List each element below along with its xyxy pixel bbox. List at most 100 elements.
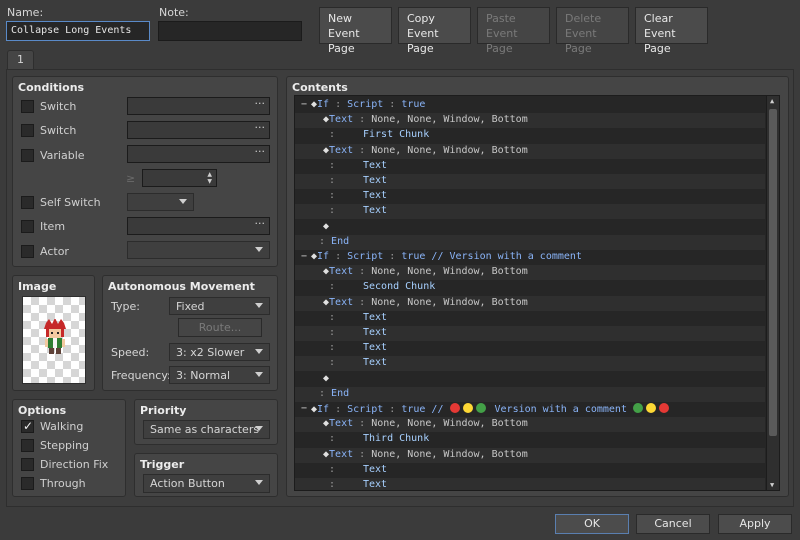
red-circle-icon xyxy=(449,403,460,413)
image-title: Image xyxy=(18,280,57,293)
switch2-field[interactable]: ··· xyxy=(127,121,270,139)
priority-select[interactable]: Same as characters xyxy=(143,420,270,439)
clear-event-page-button[interactable]: Clear Event Page xyxy=(635,7,708,55)
scroll-up-icon[interactable]: ▲ xyxy=(770,97,774,105)
command-row[interactable]: : Text xyxy=(295,326,765,341)
command-row[interactable]: : Text xyxy=(295,189,765,204)
continuation-marker: : xyxy=(329,311,336,323)
command-token: Script xyxy=(347,251,384,262)
command-token: : xyxy=(353,418,372,430)
scroll-down-icon[interactable]: ▼ xyxy=(770,481,774,489)
green-circle-icon xyxy=(633,403,643,413)
route-button[interactable]: Route... xyxy=(178,318,262,337)
switch2-browse-icon[interactable]: ··· xyxy=(255,121,266,134)
name-input[interactable]: Collapse Long Events xyxy=(6,21,150,41)
note-input[interactable] xyxy=(158,21,302,41)
command-token: : xyxy=(353,144,372,156)
through-checkbox[interactable] xyxy=(21,477,34,490)
command-row[interactable]: ◆Text : None, None, Window, Bottom xyxy=(295,295,765,311)
copy-event-page-button[interactable]: Copy Event Page xyxy=(398,7,471,55)
command-token: Text xyxy=(329,144,354,156)
variable-checkbox[interactable] xyxy=(21,149,34,162)
tab-page-1[interactable]: 1 xyxy=(7,50,34,70)
character-image-slot[interactable] xyxy=(22,296,86,384)
variable-value-spinner[interactable]: ▲ ▼ xyxy=(142,169,217,187)
collapse-toggle-icon[interactable]: − xyxy=(301,99,307,110)
command-row[interactable]: : Text xyxy=(295,204,765,220)
command-row[interactable]: : Text xyxy=(295,341,765,356)
switch2-checkbox[interactable] xyxy=(21,124,34,137)
ok-button[interactable]: OK xyxy=(555,514,629,534)
type-select[interactable]: Fixed xyxy=(169,297,270,315)
delete-event-page-button[interactable]: Delete Event Page xyxy=(556,7,629,55)
command-row[interactable]: ◆ xyxy=(295,372,765,387)
switch1-checkbox[interactable] xyxy=(21,100,34,113)
stepping-checkbox[interactable] xyxy=(21,439,34,452)
variable-field[interactable]: ··· xyxy=(127,145,270,163)
apply-button[interactable]: Apply xyxy=(718,514,792,534)
command-row[interactable]: : Text xyxy=(295,311,765,326)
command-row[interactable]: : End xyxy=(295,234,765,250)
command-row[interactable]: ◆ xyxy=(295,220,765,235)
spinner-up-icon[interactable]: ▲ xyxy=(207,171,212,178)
paste-event-page-button[interactable]: Paste Event Page xyxy=(477,7,550,55)
command-row[interactable]: ◆Text : None, None, Window, Bottom xyxy=(295,447,765,463)
frequency-select[interactable]: 3: Normal xyxy=(169,366,270,384)
command-token: : xyxy=(329,404,348,415)
character-sprite xyxy=(44,319,66,354)
cancel-button[interactable]: Cancel xyxy=(636,514,710,534)
trigger-title: Trigger xyxy=(140,458,185,471)
command-row[interactable]: − ◆If : Script : true xyxy=(295,98,765,113)
item-checkbox[interactable] xyxy=(21,220,34,233)
command-row[interactable]: ◆Text : None, None, Window, Bottom xyxy=(295,265,765,281)
speed-select[interactable]: 3: x2 Slower xyxy=(169,343,270,361)
command-token: If xyxy=(317,99,330,110)
walking-checkbox[interactable]: ✓ xyxy=(21,419,34,433)
command-row[interactable]: ◆Text : None, None, Window, Bottom xyxy=(295,143,765,159)
command-token: Second Chunk xyxy=(363,281,436,293)
command-row[interactable]: : Text xyxy=(295,463,765,478)
trigger-select[interactable]: Action Button xyxy=(143,474,270,493)
command-row[interactable]: : Text xyxy=(295,356,765,372)
command-row[interactable]: : Text xyxy=(295,174,765,189)
variable-browse-icon[interactable]: ··· xyxy=(255,145,266,158)
switch1-browse-icon[interactable]: ··· xyxy=(255,97,266,110)
continuation-marker: : xyxy=(329,190,336,202)
command-row[interactable]: : Second Chunk xyxy=(295,280,765,295)
item-browse-icon[interactable]: ··· xyxy=(255,217,266,230)
chevron-down-icon xyxy=(255,247,263,252)
self-switch-checkbox[interactable] xyxy=(21,196,34,209)
chevron-down-icon xyxy=(255,480,263,485)
new-event-page-button[interactable]: New Event Page xyxy=(319,7,392,55)
event-command-list[interactable]: − ◆If : Script : true ◆Text : None, None, … xyxy=(294,95,780,491)
item-field[interactable]: ··· xyxy=(127,217,270,235)
actor-checkbox[interactable] xyxy=(21,245,34,258)
command-token: : xyxy=(329,99,348,110)
command-row[interactable]: − ◆If : Script : true // Version with a c… xyxy=(295,402,765,417)
collapse-toggle-icon[interactable]: − xyxy=(301,403,307,414)
command-token: None, None, Window, Bottom xyxy=(371,266,528,278)
command-row[interactable]: − ◆If : Script : true // Version with a c… xyxy=(295,250,765,265)
collapse-toggle-icon[interactable]: − xyxy=(301,251,307,262)
copy-line2: Event Page xyxy=(407,27,439,55)
scroll-thumb[interactable] xyxy=(769,109,777,436)
switch1-field[interactable]: ··· xyxy=(127,97,270,115)
command-row[interactable]: ◆Text : None, None, Window, Bottom xyxy=(295,113,765,129)
command-diamond-icon: ◆ xyxy=(323,372,330,384)
command-row[interactable]: : Third Chunk xyxy=(295,432,765,447)
command-row-content: : End xyxy=(319,236,349,247)
actor-select[interactable] xyxy=(127,241,270,259)
direction-fix-checkbox[interactable] xyxy=(21,458,34,471)
end-marker: : xyxy=(319,235,332,247)
command-row[interactable]: : Text xyxy=(295,159,765,174)
command-token: Text xyxy=(329,266,354,278)
through-label: Through xyxy=(40,477,86,490)
command-row[interactable]: : End xyxy=(295,386,765,402)
command-row[interactable]: : First Chunk xyxy=(295,128,765,143)
self-switch-select[interactable] xyxy=(127,193,194,211)
scrollbar[interactable]: ▲ ▼ xyxy=(766,96,779,490)
command-row[interactable]: ◆Text : None, None, Window, Bottom xyxy=(295,417,765,433)
spinner-down-icon[interactable]: ▼ xyxy=(207,178,212,185)
command-row[interactable]: : Text xyxy=(295,478,765,490)
new-line1: New xyxy=(328,12,352,25)
